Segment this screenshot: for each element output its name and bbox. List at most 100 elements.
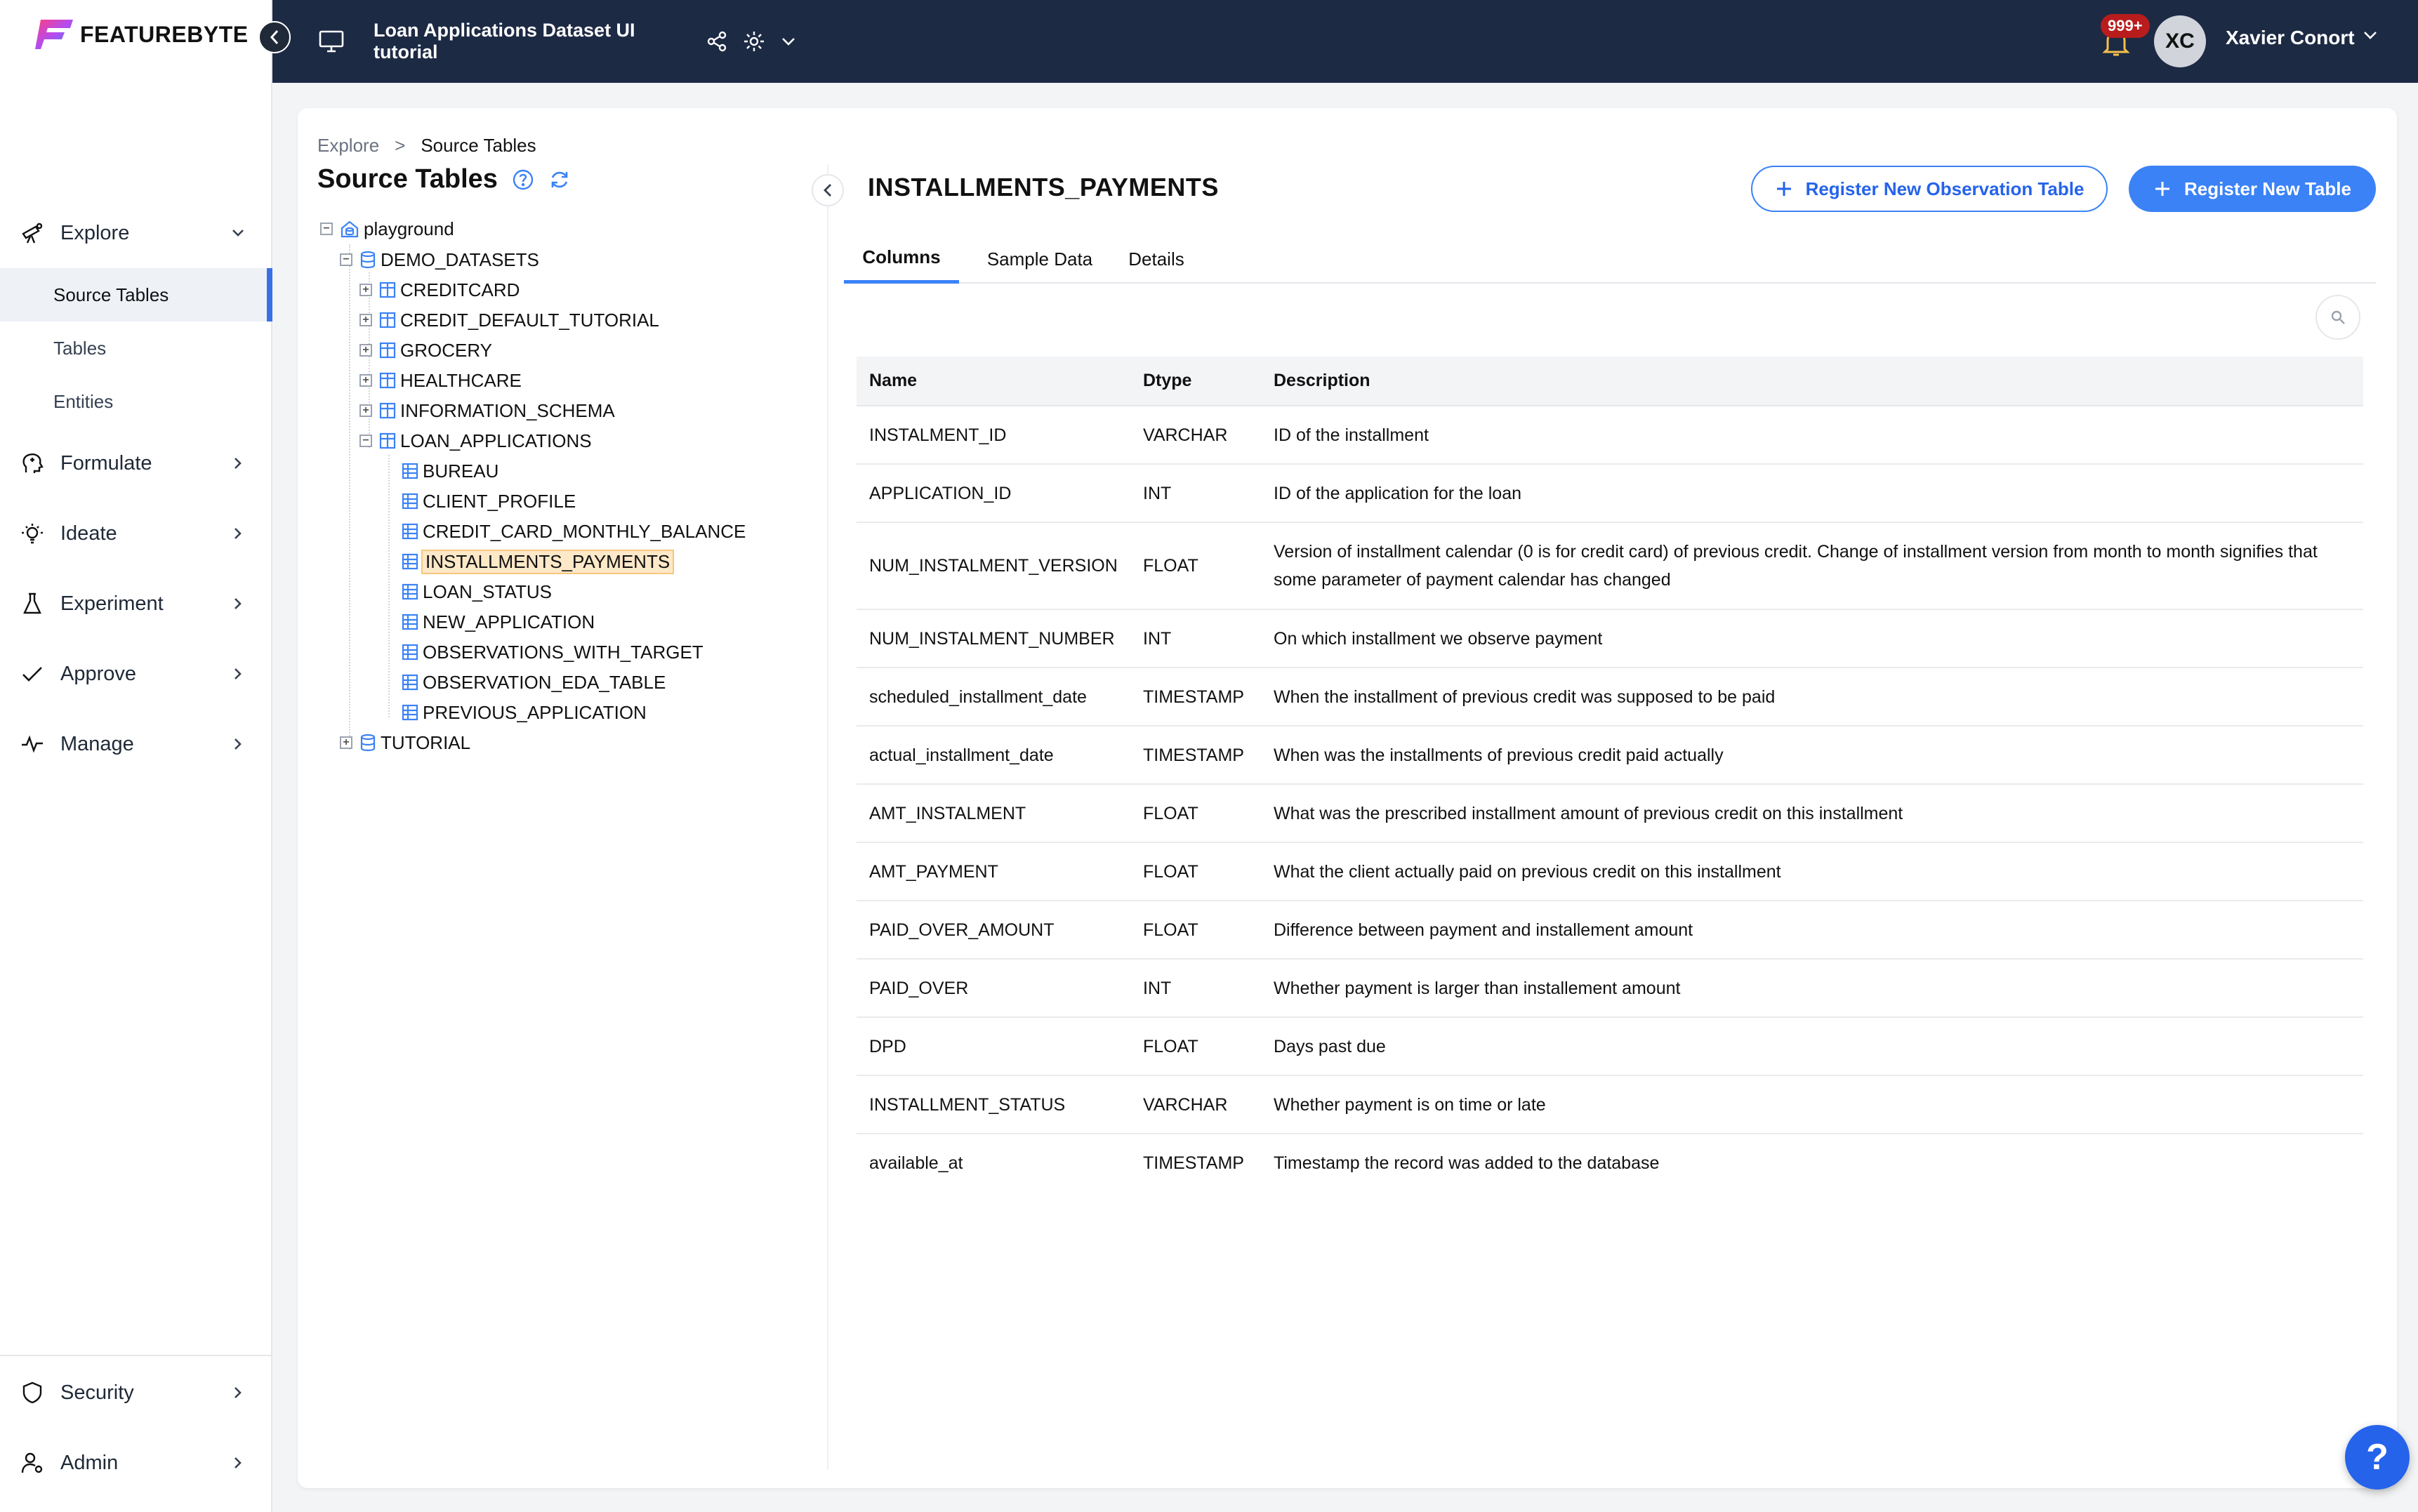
table-row[interactable]: DPD FLOAT Days past due (857, 1017, 2363, 1076)
cell-name: AMT_INSTALMENT (857, 784, 1130, 843)
tree-node-table[interactable]: LOAN_STATUS (402, 578, 552, 606)
nav-tables[interactable]: Tables (0, 321, 272, 375)
table-row[interactable]: NUM_INSTALMENT_VERSION FLOAT Version of in… (857, 522, 2363, 610)
nav-experiment[interactable]: Experiment (0, 576, 272, 632)
sidebar-divider (0, 1355, 272, 1356)
expand-toggle-icon[interactable]: + (359, 404, 372, 417)
database-icon (359, 251, 376, 269)
user-menu-chevron-icon[interactable] (2362, 29, 2379, 44)
expand-toggle-icon[interactable]: + (359, 374, 372, 387)
project-title[interactable]: Loan Applications Dataset UI tutorial (374, 20, 685, 63)
table-row[interactable]: INSTALLMENT_STATUS VARCHAR Whether payment… (857, 1075, 2363, 1134)
expand-toggle-icon[interactable]: + (359, 344, 372, 357)
help-button[interactable]: ? (2345, 1425, 2410, 1490)
expand-toggle-icon[interactable]: + (340, 736, 352, 749)
collapse-toggle-icon[interactable]: − (320, 223, 333, 235)
nav-ideate-label: Ideate (60, 522, 117, 545)
table-row[interactable]: AMT_PAYMENT FLOAT What the client actually… (857, 842, 2363, 901)
tree-panel-toggle-button[interactable] (812, 174, 844, 206)
nav-source-tables[interactable]: Source Tables (0, 268, 272, 321)
table-icon (402, 553, 418, 570)
tree-node-table[interactable]: PREVIOUS_APPLICATION (402, 698, 647, 727)
tree-node-label: CLIENT_PROFILE (423, 490, 576, 512)
tree-node-schema[interactable]: + CREDITCARD (359, 276, 520, 304)
column-header-dtype[interactable]: Dtype (1130, 357, 1261, 406)
chevron-left-icon (824, 184, 831, 197)
cell-name: AMT_PAYMENT (857, 842, 1130, 901)
breadcrumb-explore[interactable]: Explore (317, 135, 379, 157)
cell-description: What the client actually paid on previou… (1261, 842, 2363, 901)
table-icon (402, 583, 418, 600)
table-row[interactable]: INSTALMENT_ID VARCHAR ID of the installmen… (857, 406, 2363, 465)
tree-node-table-selected[interactable]: INSTALLMENTS_PAYMENTS (402, 548, 675, 576)
cell-description: Whether payment is on time or late (1261, 1075, 2363, 1134)
chevron-left-icon (270, 30, 279, 44)
tree-node-table[interactable]: CREDIT_CARD_MONTHLY_BALANCE (402, 517, 746, 545)
column-header-name[interactable]: Name (857, 357, 1130, 406)
cell-name: available_at (869, 1153, 963, 1173)
table-row[interactable]: scheduled_installment_date TIMESTAMP When … (857, 668, 2363, 727)
cell-description: On which installment we observe payment (1261, 609, 2363, 668)
tree-node-label: HEALTHCARE (400, 369, 522, 391)
tree-node-root[interactable]: − playground (320, 215, 454, 243)
register-new-table-button[interactable]: Register New Table (2129, 166, 2376, 212)
table-row[interactable]: NUM_INSTALMENT_NUMBER INT On which install… (857, 609, 2363, 668)
refresh-icon[interactable] (548, 168, 571, 191)
tree-node-database[interactable]: − DEMO_DATASETS (340, 246, 539, 274)
nav-approve[interactable]: Approve (0, 646, 272, 702)
register-new-table-label: Register New Table (2184, 178, 2351, 199)
nav-entities[interactable]: Entities (0, 375, 272, 428)
cell-name: INSTALLMENT_STATUS (857, 1075, 1130, 1134)
tree-node-label: CREDIT_DEFAULT_TUTORIAL (400, 309, 659, 331)
tree-node-schema[interactable]: + CREDIT_DEFAULT_TUTORIAL (359, 306, 659, 334)
chevron-down-icon[interactable] (781, 37, 796, 46)
sidebar-collapse-button[interactable] (258, 21, 291, 53)
search-button[interactable] (2315, 295, 2360, 340)
table-row[interactable]: PAID_OVER INT Whether payment is larger th… (857, 959, 2363, 1018)
nav-formulate[interactable]: Formulate (0, 435, 272, 491)
help-circle-icon[interactable] (512, 168, 534, 191)
collapse-toggle-icon[interactable]: − (340, 253, 352, 266)
nav-explore[interactable]: Explore (0, 205, 272, 261)
tree-node-table[interactable]: BUREAU (402, 457, 498, 485)
table-row[interactable]: PAID_OVER_AMOUNT FLOAT Difference between … (857, 901, 2363, 960)
table-row[interactable]: APPLICATION_ID INT ID of the application f… (857, 464, 2363, 523)
nav-security[interactable]: Security (0, 1365, 272, 1421)
nav-manage[interactable]: Manage (0, 716, 272, 772)
tree-node-schema[interactable]: + GROCERY (359, 336, 492, 364)
avatar[interactable]: XC (2154, 15, 2206, 67)
tree-node-table[interactable]: OBSERVATIONS_WITH_TARGET (402, 638, 703, 666)
cell-dtype: FLOAT (1130, 842, 1261, 901)
share-icon[interactable] (706, 31, 727, 52)
nav-security-label: Security (60, 1381, 134, 1404)
collapse-toggle-icon[interactable]: − (359, 435, 372, 447)
breadcrumb-separator: > (395, 135, 406, 156)
table-title: INSTALLMENTS_PAYMENTS (868, 173, 1219, 201)
nav-admin[interactable]: Admin (0, 1435, 272, 1491)
expand-toggle-icon[interactable]: + (359, 284, 372, 296)
table-row[interactable]: available_at TIMESTAMP Timestamp the recor… (857, 1134, 2363, 1192)
tab-columns[interactable]: Columns (844, 234, 959, 284)
user-name[interactable]: Xavier Conort (2226, 27, 2355, 49)
tab-details[interactable]: Details (1118, 234, 1195, 284)
gear-icon[interactable] (743, 30, 765, 53)
cell-name: NUM_INSTALMENT_NUMBER (857, 609, 1130, 668)
tree-node-table[interactable]: NEW_APPLICATION (402, 608, 595, 636)
column-header-description[interactable]: Description (1261, 357, 2363, 406)
register-observation-table-button[interactable]: Register New Observation Table (1751, 166, 2108, 212)
table-row[interactable]: actual_installment_date TIMESTAMP When was… (857, 726, 2363, 785)
detail-tabs: Columns Sample Data Details (844, 234, 2376, 284)
tree-node-schema[interactable]: + HEALTHCARE (359, 366, 522, 394)
cell-name: scheduled_installment_date (857, 668, 1130, 727)
table-row[interactable]: AMT_INSTALMENT FLOAT What was the prescrib… (857, 784, 2363, 843)
brand-logo[interactable]: FEATUREBYTE (35, 17, 249, 52)
cell-description: What was the prescribed installment amou… (1261, 784, 2363, 843)
tree-node-database[interactable]: + TUTORIAL (340, 729, 470, 757)
expand-toggle-icon[interactable]: + (359, 314, 372, 326)
tree-node-table[interactable]: OBSERVATION_EDA_TABLE (402, 668, 666, 696)
tree-node-schema[interactable]: − LOAN_APPLICATIONS (359, 427, 592, 455)
tab-sample-data[interactable]: Sample Data (972, 234, 1108, 284)
tree-node-table[interactable]: CLIENT_PROFILE (402, 487, 576, 515)
tree-node-schema[interactable]: + INFORMATION_SCHEMA (359, 397, 615, 425)
nav-ideate[interactable]: Ideate (0, 505, 272, 562)
